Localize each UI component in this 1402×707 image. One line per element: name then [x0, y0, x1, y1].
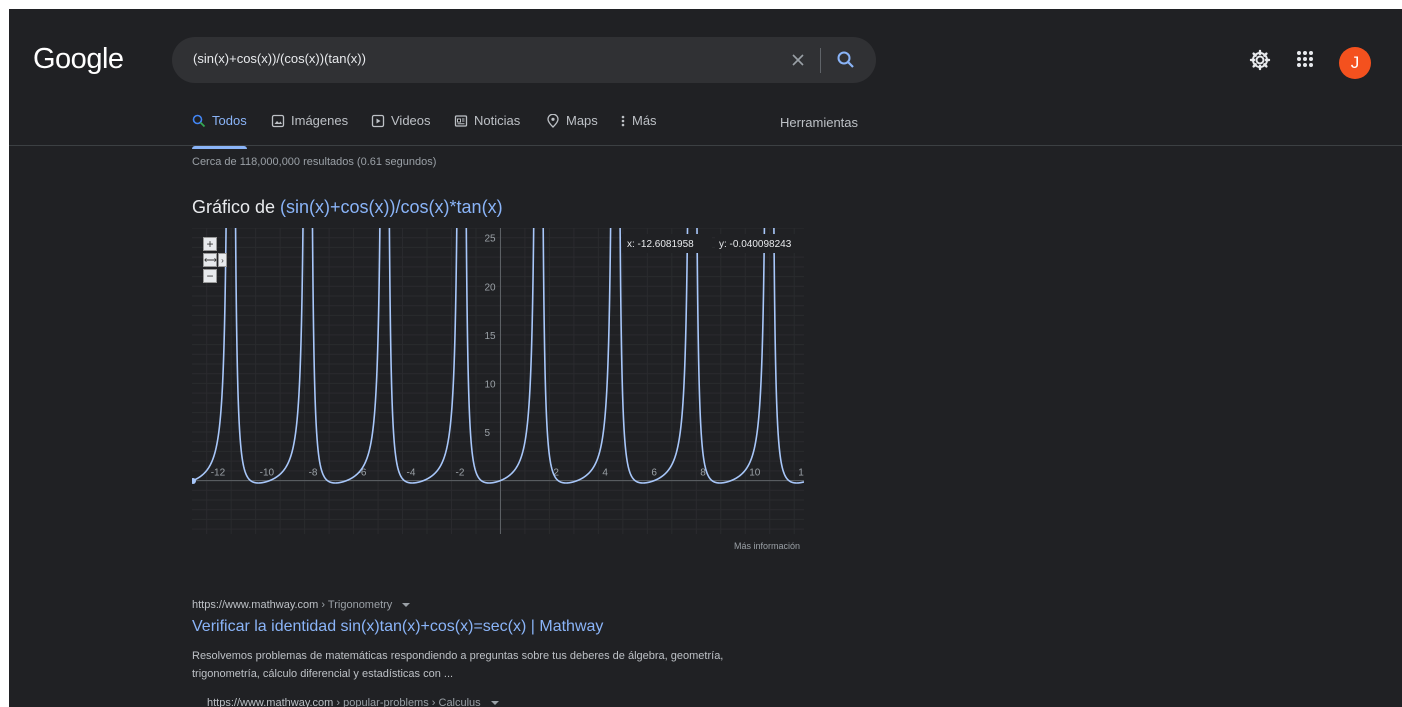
y-tick-label: 25	[484, 234, 496, 245]
result-path: › Trigonometry	[318, 599, 393, 611]
result-cite[interactable]: https://www.mathway.com › popular-proble…	[207, 697, 500, 707]
x-tick-label: -10	[260, 468, 275, 479]
caret-down-icon[interactable]	[490, 700, 500, 706]
more-info-link[interactable]: Más información	[734, 541, 800, 551]
y-tick-label: 20	[484, 282, 496, 293]
result-snippet: Resolvemos problemas de matemáticas resp…	[192, 650, 724, 680]
graph-title: Gráfico de (sin(x)+cos(x))/cos(x)*tan(x)	[192, 197, 503, 218]
tab-mas[interactable]: Más	[620, 113, 657, 145]
video-icon	[371, 113, 391, 131]
y-tick-label: 10	[484, 379, 496, 390]
x-tick-label: -4	[407, 468, 416, 479]
search-box[interactable]: (sin(x)+cos(x))/(cos(x))(tan(x))	[172, 37, 876, 83]
image-icon	[271, 113, 291, 131]
x-tick-label: 6	[651, 468, 657, 479]
settings-gear-icon[interactable]	[1248, 48, 1272, 72]
result-url: https://www.mathway.com	[192, 599, 319, 611]
expand-arrow-icon[interactable]: ›	[218, 253, 227, 267]
tab-imagenes[interactable]: Imágenes	[271, 113, 348, 145]
tab-label: Más	[632, 113, 657, 128]
search-input[interactable]: (sin(x)+cos(x))/(cos(x))(tan(x))	[193, 51, 366, 66]
apps-grid-icon[interactable]	[1294, 48, 1316, 70]
function-curve	[192, 228, 804, 484]
tab-todos[interactable]: Todos	[192, 113, 247, 149]
tab-label: Noticias	[474, 113, 521, 128]
search-divider	[820, 48, 821, 73]
tooltip-y-readout: y: -0.040098243	[719, 239, 792, 250]
clear-icon[interactable]	[784, 46, 812, 74]
search-icon[interactable]	[832, 46, 860, 74]
result-title-link[interactable]: Verificar la identidad sin(x)tan(x)+cos(…	[192, 618, 603, 636]
header-divider	[9, 145, 1402, 146]
result-path: › popular-problems › Calculus	[333, 697, 481, 707]
account-avatar[interactable]: J	[1339, 47, 1371, 79]
tools-button[interactable]: Herramientas	[780, 115, 858, 130]
graph-title-prefix: Gráfico de	[192, 197, 281, 217]
function-graph[interactable]: -12-10-8-6-4-224681012510152025x: -12.60…	[192, 228, 804, 534]
y-tick-label: 5	[484, 428, 490, 439]
result-stats: Cerca de 118,000,000 resultados (0.61 se…	[192, 156, 437, 168]
pan-horizontal-button[interactable]: ⟷	[203, 253, 217, 267]
map-pin-icon	[546, 113, 566, 131]
google-logo[interactable]: Google	[33, 43, 124, 76]
tab-label: Videos	[391, 113, 431, 128]
tab-label: Maps	[566, 113, 598, 128]
google-results-page: Google (sin(x)+cos(x))/(cos(x))(tan(x)) …	[9, 9, 1402, 707]
tooltip-x-readout: x: -12.6081958	[627, 239, 694, 250]
result-cite[interactable]: https://www.mathway.com › Trigonometry	[192, 599, 411, 611]
zoom-out-button[interactable]: −	[203, 269, 217, 283]
x-tick-label: -2	[455, 468, 464, 479]
tab-maps[interactable]: Maps	[546, 113, 598, 145]
y-tick-label: 15	[484, 331, 496, 342]
result-url: https://www.mathway.com	[207, 697, 334, 707]
x-tick-label: -8	[309, 468, 318, 479]
x-tick-label: 12	[798, 468, 804, 479]
zoom-in-button[interactable]: +	[203, 237, 217, 251]
tab-label: Todos	[212, 113, 247, 128]
search-icon	[192, 113, 212, 131]
tab-label: Imágenes	[291, 113, 349, 128]
x-tick-label: 4	[602, 468, 608, 479]
tab-videos[interactable]: Videos	[371, 113, 431, 145]
news-icon	[454, 113, 474, 131]
tab-noticias[interactable]: Noticias	[454, 113, 520, 145]
more-vert-icon	[620, 113, 632, 131]
x-tick-label: -12	[211, 468, 226, 479]
caret-down-icon[interactable]	[401, 602, 411, 608]
graph-function-link[interactable]: (sin(x)+cos(x))/cos(x)*tan(x)	[280, 197, 503, 217]
x-tick-label: 10	[749, 468, 761, 479]
